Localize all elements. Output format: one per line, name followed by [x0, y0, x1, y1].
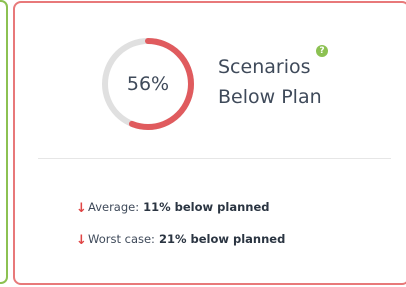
stat-value: 21% below planned: [158, 232, 286, 246]
stat-worst-case: ↓Worst case: 21% below planned: [75, 232, 285, 248]
divider: [38, 158, 391, 159]
card-title-line1: Scenarios: [218, 56, 311, 78]
adjacent-card-edge: [0, 0, 8, 284]
stat-average: ↓Average: 11% below planned: [75, 200, 269, 216]
stat-label: Average:: [88, 200, 140, 214]
down-arrow-icon: ↓: [76, 233, 87, 248]
down-arrow-icon: ↓: [76, 201, 87, 216]
card-title-line2: Below Plan: [218, 86, 322, 108]
help-icon[interactable]: ?: [316, 45, 328, 57]
percent-gauge: 56%: [100, 36, 196, 132]
card-title: Scenarios Below Plan: [218, 52, 322, 112]
gauge-value: 56%: [126, 73, 170, 95]
stat-label: Worst case:: [88, 232, 155, 246]
stat-value: 11% below planned: [143, 200, 270, 214]
